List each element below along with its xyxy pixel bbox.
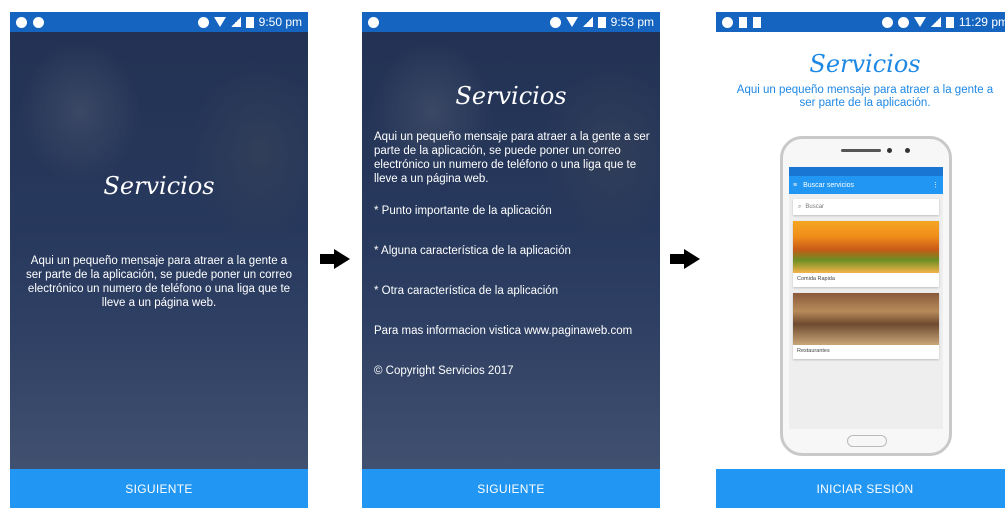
wifi-icon xyxy=(213,17,226,27)
app-title: Servicios xyxy=(809,50,921,78)
mockup-card-desc xyxy=(793,283,939,287)
mockup-card-title: Restaurantes xyxy=(797,348,830,354)
app-title: Servicios xyxy=(455,82,567,110)
mockup-toolbar-title: Buscar servicios xyxy=(803,181,855,189)
phone-camera xyxy=(887,148,892,153)
signal-icon xyxy=(582,17,593,27)
wifi-icon xyxy=(913,17,926,27)
mockup-search-field: ⌕ Buscar xyxy=(793,199,939,215)
mockup-card-restaurants: Restaurantes xyxy=(793,293,939,359)
feature-item-1: * Punto importante de la aplicación xyxy=(374,205,552,217)
battery-icon xyxy=(945,16,954,28)
usb-icon xyxy=(739,16,747,28)
copyright-text: © Copyright Servicios 2017 xyxy=(374,365,514,377)
notification-icon xyxy=(16,16,27,28)
restaurant-image xyxy=(793,293,939,345)
battery-icon xyxy=(245,16,254,28)
feature-item-2: * Alguna característica de la aplicación xyxy=(374,245,571,257)
notification-icon xyxy=(722,16,733,28)
app-title: Servicios xyxy=(103,172,215,200)
intro-message: Aqui un pequeño mensaje para atraer a la… xyxy=(374,131,650,185)
screen-2: 9:53 pm Servicios Aqui un pequeño mensaj… xyxy=(362,12,660,508)
background-photo: Servicios Aqui un pequeño mensaje para a… xyxy=(10,32,308,469)
headphones-icon xyxy=(549,16,561,28)
login-button[interactable]: INICIAR SESIÓN xyxy=(716,469,1005,508)
signal-icon xyxy=(930,17,941,27)
status-time: 9:53 pm xyxy=(610,15,654,29)
status-bar: 9:53 pm xyxy=(362,12,660,32)
more-vert-icon: ⋮ xyxy=(932,182,939,189)
phone-mockup-image: ≡ Buscar servicios ⋮ ⌕ Buscar Comida Rap… xyxy=(780,136,952,456)
search-icon: ⌕ xyxy=(798,203,802,210)
status-bar: 11:29 pm xyxy=(716,12,1005,32)
next-button[interactable]: SIGUIENTE xyxy=(10,469,308,508)
phone-home-button xyxy=(847,435,887,447)
mockup-card-fastfood: Comida Rapida xyxy=(793,221,939,287)
mockup-search-placeholder: Buscar xyxy=(805,204,825,210)
mockup-card-title: Comida Rapida xyxy=(797,276,835,282)
burger-image xyxy=(793,221,939,273)
whatsapp-icon xyxy=(33,16,44,28)
background-photo: Servicios Aqui un pequeño mensaje para a… xyxy=(362,32,660,469)
notification-icon xyxy=(368,16,379,28)
intro-message: Aqui un pequeño mensaje para atraer a la… xyxy=(26,255,292,309)
battery-icon xyxy=(597,16,606,28)
more-info-text: Para mas informacion vistica www.paginaw… xyxy=(374,325,633,337)
screen-3: 11:29 pm Servicios Aqui un pequeño mensa… xyxy=(716,12,1005,508)
arrow-right-icon xyxy=(670,249,700,269)
next-button[interactable]: SIGUIENTE xyxy=(362,469,660,508)
headphones-icon xyxy=(881,16,893,28)
location-icon xyxy=(897,16,909,28)
mockup-screen: ≡ Buscar servicios ⋮ ⌕ Buscar Comida Rap… xyxy=(789,167,943,429)
wifi-icon xyxy=(565,17,578,27)
mockup-card-desc xyxy=(793,355,939,359)
phone-sensor xyxy=(905,148,910,153)
status-time: 11:29 pm xyxy=(958,15,1005,29)
headphones-icon xyxy=(197,16,209,28)
status-bar: 9:50 pm xyxy=(10,12,308,32)
signal-icon xyxy=(230,17,241,27)
screen-1: 9:50 pm Servicios Aqui un pequeño mensaj… xyxy=(10,12,308,508)
mockup-toolbar: ≡ Buscar servicios ⋮ xyxy=(789,176,943,194)
status-time: 9:50 pm xyxy=(258,15,302,29)
android-icon xyxy=(753,16,761,28)
menu-icon: ≡ xyxy=(793,181,798,189)
phone-speaker xyxy=(841,149,881,152)
intro-message: Aqui un pequeño mensaje para atraer a la… xyxy=(736,84,994,109)
mockup-status-bar xyxy=(789,167,943,176)
arrow-right-icon xyxy=(320,249,350,269)
feature-item-3: * Otra característica de la aplicación xyxy=(374,285,559,297)
